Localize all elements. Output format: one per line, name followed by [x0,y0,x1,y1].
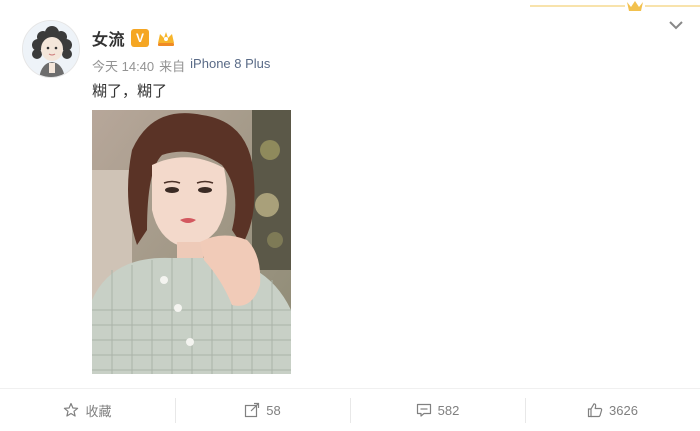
comment-icon [416,403,431,417]
like-count: 3626 [609,402,638,418]
post-action-bar: 收藏 58 582 3626 [0,388,700,431]
post-text: 糊了，糊了 [92,83,168,100]
selfie-photo-illustration [92,110,291,374]
thumbs-up-icon [587,403,603,418]
author-name[interactable]: 女流 [92,26,125,50]
post-timestamp[interactable]: 今天 14:40 [92,56,154,75]
star-icon [64,402,79,417]
verified-badge-icon[interactable]: V [131,29,150,47]
post-photo[interactable] [92,110,291,374]
share-icon [245,402,260,418]
post-meta: 今天 14:40 来自 iPhone 8 Plus [92,56,270,75]
crown-decoration-icon [530,1,700,11]
favorite-label: 收藏 [85,403,112,419]
weibo-post-card: 女流 V 今天 14:40 来自 iPhone 8 Plus 糊了，糊了 收藏 … [0,0,700,431]
author-avatar[interactable] [22,20,80,78]
author-row: 女流 V [92,27,177,49]
collapse-menu-button[interactable] [666,18,686,32]
member-crown-icon[interactable] [155,29,177,47]
chevron-down-icon [669,21,683,30]
repost-button[interactable]: 58 [175,389,350,431]
like-button[interactable]: 3626 [525,389,700,431]
avatar-illustration [23,21,79,77]
source-prefix: 来自 [159,59,186,74]
post-device-source[interactable]: iPhone 8 Plus [190,56,270,75]
comment-count: 582 [437,402,460,418]
comment-button[interactable]: 582 [350,389,525,431]
repost-count: 58 [266,402,281,418]
favorite-button[interactable]: 收藏 [0,389,175,431]
